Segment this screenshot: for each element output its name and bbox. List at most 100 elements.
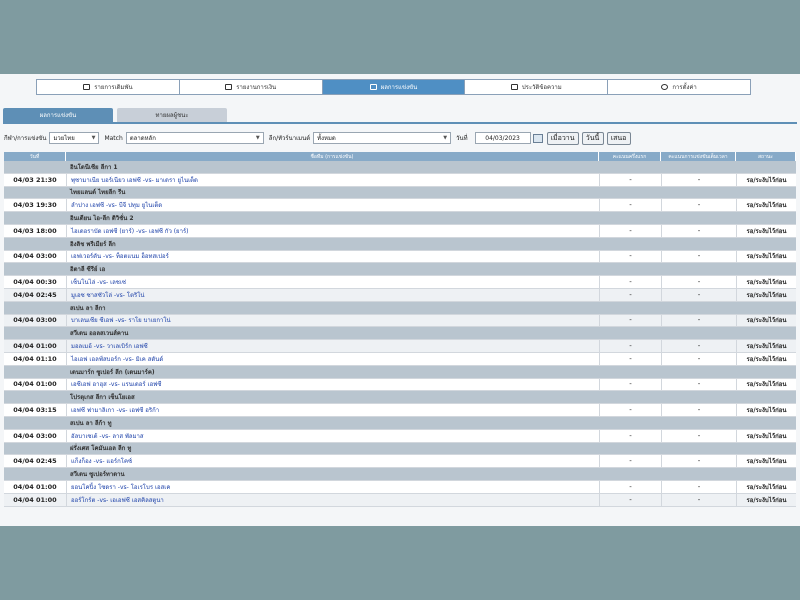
- nav-messages[interactable]: ประวัติข้อความ: [465, 80, 609, 94]
- match-teams-link[interactable]: ไอเอฟ เอลฟ์สบอร์ก -vs- มิเค สตันด์: [66, 352, 599, 365]
- sport-label: กีฬา/การแข่งขัน: [4, 135, 47, 142]
- date-input[interactable]: 04/03/2023: [474, 132, 531, 144]
- nav-bets[interactable]: รายการเดิมพัน: [37, 80, 180, 94]
- status-text: รอ/ระงับไว้ก่อน: [736, 480, 796, 493]
- match-teams-link[interactable]: ไฮเดอราบัด เอฟซี (ยาร์) -vs- เอฟซี กัว (…: [66, 224, 599, 237]
- league-row: อิงลิช พรีเมียร์ ลีก: [4, 237, 796, 251]
- status-text: รอ/ระงับไว้ก่อน: [736, 378, 796, 391]
- league-row: สวีเดน ซูเปอร์ทาดาน: [4, 468, 796, 481]
- tab-outright[interactable]: ทายผลผู้ชนะ: [117, 108, 227, 122]
- status-text: รอ/ระงับไว้ก่อน: [736, 493, 796, 506]
- league-row: สเปน ลา ลีกา: [4, 301, 796, 315]
- match-time: 04/03 19:30: [13, 201, 57, 210]
- fulltime-score: -: [661, 224, 736, 237]
- halftime-score: -: [599, 340, 661, 352]
- table-header: วันที่ ชื่อทีม (การแข่งขัน) คะแนนครึ่งแร…: [4, 152, 796, 161]
- nav-finance-report[interactable]: รายงานการเงิน: [180, 80, 323, 94]
- table-row: 04/04 03:15 เอฟซี ฟามาลิเกา -vs- เอฟซี อร…: [4, 404, 796, 417]
- nav-label: รายการเดิมพัน: [94, 84, 133, 91]
- match-teams-link[interactable]: ยอนโคปิ้ง โซดรา -vs- โอเรโบร เอสเค: [66, 480, 599, 493]
- league-row: เดนมาร์ก ซูเปอร์ ลีก (เดนมาร์ค): [4, 365, 796, 379]
- halftime-score: -: [599, 352, 661, 365]
- sport-select-value: มวยไทย: [53, 135, 75, 142]
- fulltime-score: -: [661, 340, 736, 352]
- halftime-score: -: [599, 493, 661, 506]
- results-icon: [369, 84, 377, 90]
- match-teams-link[interactable]: อัลบาเซเต้ -vs- ลาส พัลมาส: [66, 429, 599, 442]
- fulltime-score: -: [661, 404, 736, 416]
- list-icon: [83, 84, 91, 90]
- league-row: ฝรั่งเศส โคมันเอล ลีก ทู: [4, 442, 796, 456]
- table-row: 04/04 01:00 มอลเมอ้ -vs- วาเลเบิร์ก เอฟซี…: [4, 340, 796, 353]
- halftime-score: -: [599, 480, 661, 493]
- header-halftime: คะแนนครึ่งแรก: [599, 152, 661, 161]
- chevron-down-icon: ▼: [255, 135, 260, 141]
- match-teams-link[interactable]: เอฟซี ฟามาลิเกา -vs- เอฟซี อริก้า: [66, 404, 599, 416]
- status-text: รอ/ระงับไว้ก่อน: [736, 199, 796, 212]
- league-row: ไทยแลนด์ ไทยลีก รีน: [4, 186, 796, 200]
- fulltime-score: -: [661, 455, 736, 468]
- gear-icon: [661, 84, 669, 90]
- league-label: ลีก/ทัวร์นาเมนต์: [268, 135, 311, 142]
- fulltime-score: -: [661, 314, 736, 327]
- match-time: 04/04 01:00: [13, 495, 57, 504]
- halftime-score: -: [599, 276, 661, 288]
- status-text: รอ/ระงับไว้ก่อน: [736, 276, 796, 288]
- table-row: 04/04 03:00 บาเลนเซีย ซีเอฟ -vs- ราโย บาเ…: [4, 314, 796, 328]
- match-teams-link[interactable]: เซ็นโนไล่ -vs- เลชเซ่: [66, 276, 599, 288]
- sport-select[interactable]: มวยไทย ▼: [49, 132, 100, 144]
- match-select[interactable]: ตลาดหลัก ▼: [125, 132, 264, 144]
- match-teams-link[interactable]: เอฟเวอร์ตัน -vs- ท็อตแนม ฮ็อทสเปอร์: [66, 250, 599, 263]
- match-label: Match: [104, 134, 123, 142]
- match-teams-link[interactable]: มูเอซ ซาสซัวโล่ -vs- โตริโน่: [66, 288, 599, 301]
- league-name: อินโดนีเซีย ลีกา 1: [70, 163, 118, 171]
- league-select-value: ทั้งหมด: [317, 135, 336, 142]
- status-text: รอ/ระงับไว้ก่อน: [736, 455, 796, 468]
- league-name: โปรตุเกส ลีกา เซ็นโยเอส: [70, 394, 135, 402]
- halftime-score: -: [599, 173, 661, 186]
- yesterday-button[interactable]: เมื่อวาน: [546, 131, 579, 145]
- halftime-score: -: [599, 199, 661, 212]
- tab-results[interactable]: ผลการแข่งขัน: [3, 108, 113, 122]
- halftime-score: -: [599, 404, 661, 416]
- match-teams-link[interactable]: มอลเมอ้ -vs- วาเลเบิร์ก เอฟซี: [66, 340, 599, 352]
- league-row: สเปน ลา ลีก้า ทู: [4, 416, 796, 430]
- header-date: วันที่: [4, 152, 66, 161]
- tab-bar: ผลการแข่งขัน ทายผลผู้ชนะ: [3, 108, 227, 122]
- chevron-down-icon: ▼: [443, 135, 448, 141]
- league-name: อิตาลี ซีรีย์ เอ: [70, 266, 106, 274]
- status-text: รอ/ระงับไว้ก่อน: [736, 224, 796, 237]
- match-teams-link[interactable]: พุซามาเนีย บอร์เนียว เอฟซี -vs- มาเดรา ย…: [66, 173, 599, 186]
- nav-label: ประวัติข้อความ: [521, 84, 562, 91]
- match-teams-link[interactable]: ออร์โกร์ต -vs- เอเอฟซี เอสคิลสตูนา: [66, 493, 599, 506]
- league-name: สเปน ลา ลีกา: [70, 304, 106, 312]
- match-time: 04/04 01:00: [13, 380, 57, 389]
- match-teams-link[interactable]: แก็งก็อง -vs- แอร์กโคซ์: [66, 455, 599, 468]
- match-teams-link[interactable]: เอซีเอฟ อาฮุส -vs- แรนเดอร์ เอฟซี: [66, 378, 599, 391]
- league-name: สเปน ลา ลีก้า ทู: [70, 419, 112, 427]
- match-time: 04/04 02:45: [13, 457, 57, 466]
- table-row: 04/04 00:30 เซ็นโนไล่ -vs- เลชเซ่ - - รอ/ระง…: [4, 276, 796, 289]
- match-teams-link[interactable]: บาเลนเซีย ซีเอฟ -vs- ราโย บาเยกาโน่: [66, 314, 599, 327]
- league-name: ไทยแลนด์ ไทยลีก รีน: [70, 189, 126, 197]
- match-time: 04/04 02:45: [13, 290, 57, 299]
- nav-label: การตั้งค่า: [672, 84, 697, 91]
- table-row: 04/04 02:45 แก็งก็อง -vs- แอร์กโคซ์ - - รอ/ร…: [4, 455, 796, 469]
- status-text: รอ/ระงับไว้ก่อน: [736, 340, 796, 352]
- table-row: 04/04 03:00 เอฟเวอร์ตัน -vs- ท็อตแนม ฮ็อท…: [4, 250, 796, 264]
- match-teams-link[interactable]: ลำปาง เอฟซี -vs- บีจี ปทุม ยูไนเต็ด: [66, 199, 599, 212]
- halftime-score: -: [599, 429, 661, 442]
- nav-settings[interactable]: การตั้งค่า: [608, 80, 750, 94]
- league-row: สวีเดน ออลสเวนส์คาน: [4, 327, 796, 341]
- table-row: 04/04 02:45 มูเอซ ซาสซัวโล่ -vs- โตริโน่ -…: [4, 288, 796, 302]
- league-select[interactable]: ทั้งหมด ▼: [313, 132, 452, 144]
- submit-button[interactable]: เสนอ: [606, 131, 631, 145]
- table-row: 04/04 03:00 อัลบาเซเต้ -vs- ลาส พัลมาส - - ร…: [4, 429, 796, 443]
- today-button[interactable]: วันนี้: [581, 131, 604, 145]
- calendar-icon[interactable]: [532, 133, 543, 143]
- halftime-score: -: [599, 288, 661, 301]
- fulltime-score: -: [661, 173, 736, 186]
- fulltime-score: -: [661, 250, 736, 263]
- match-time: 04/03 18:00: [13, 226, 57, 235]
- nav-results[interactable]: ผลการแข่งขัน: [322, 80, 466, 94]
